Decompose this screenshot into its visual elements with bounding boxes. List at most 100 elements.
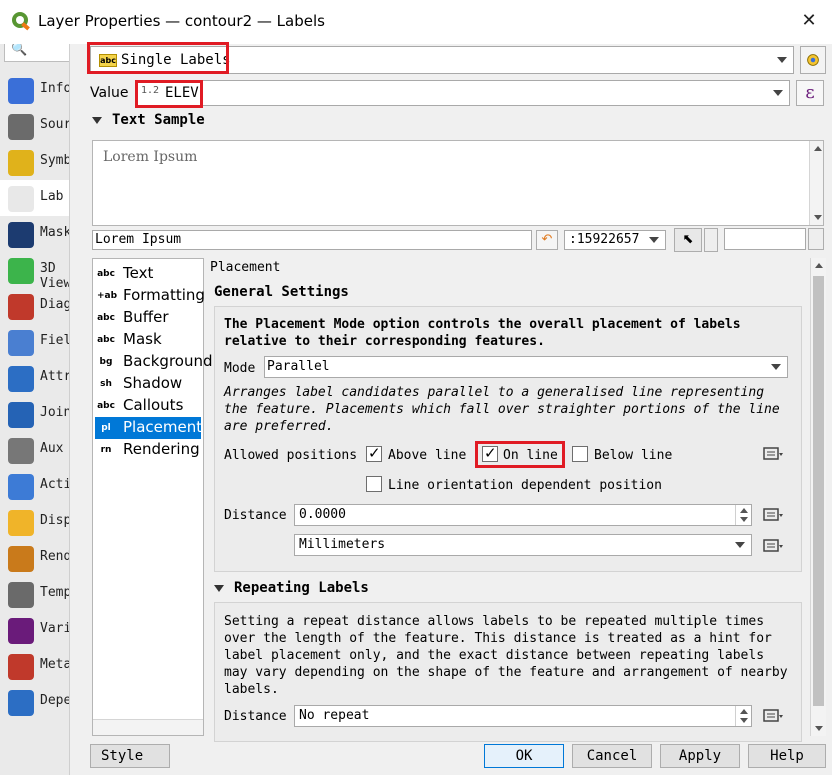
text-sample-header[interactable]: Text Sample — [92, 112, 205, 128]
sidebar-item-label: Temp — [40, 585, 70, 600]
above-line-checkbox[interactable] — [366, 444, 382, 462]
sample-preview-text: Lorem Ipsum — [103, 149, 198, 165]
actions-icon — [8, 474, 34, 500]
text-sample-preview: Lorem Ipsum — [92, 140, 824, 226]
sidebar-item-source[interactable]: Sour — [0, 108, 70, 144]
expression-button[interactable]: ε — [796, 80, 824, 106]
tab-background[interactable]: bg Background — [95, 351, 213, 373]
data-defined-override-icon[interactable] — [762, 536, 786, 556]
sidebar-item-label: Acti — [40, 477, 70, 492]
sidebar-item-labels[interactable]: Lab — [0, 180, 69, 216]
tab-label: Placement — [123, 418, 203, 436]
mode-description: Arranges label candidates parallel to a … — [224, 385, 780, 434]
value-field-combo[interactable]: 1.2 ELEV — [136, 80, 790, 106]
sidebar-item-info[interactable]: Info — [0, 72, 69, 108]
placement-title: Placement — [210, 260, 281, 275]
reset-sample-button[interactable]: ↶ — [536, 230, 558, 250]
sidebar-item-joins[interactable]: Join — [0, 396, 69, 432]
buffer-tab-icon: abc — [97, 313, 115, 323]
metadata-icon — [8, 654, 34, 680]
sidebar-item-fields[interactable]: Fiel — [0, 324, 70, 360]
tab-shadow[interactable]: sh Shadow — [95, 373, 201, 395]
sidebar-item-variables[interactable]: Vari — [0, 612, 70, 648]
rendering-tab-icon: rn — [100, 445, 112, 455]
scale-combo[interactable]: :15922657 — [564, 230, 666, 250]
window-title: Layer Properties — contour2 — Labels — [38, 12, 325, 30]
sidebar-item-3d-view[interactable]: 3D View — [0, 252, 69, 291]
sidebar-item-metadata[interactable]: Meta — [0, 648, 70, 684]
masks-icon — [8, 222, 34, 248]
layer-settings-button[interactable] — [800, 46, 826, 74]
data-defined-override-icon[interactable] — [762, 444, 786, 464]
collapse-arrow-icon — [214, 584, 224, 592]
sidebar-item-label: Mask — [40, 225, 70, 240]
sidebar-item-label: Sour — [40, 117, 70, 132]
spin-arrows-icon[interactable] — [735, 706, 751, 726]
map-canvas-scale-button[interactable]: ⬉ — [674, 228, 702, 252]
apply-button[interactable]: Apply — [660, 744, 740, 768]
tab-rendering[interactable]: rn Rendering — [95, 439, 201, 461]
sidebar-item-label: Vari — [40, 621, 70, 636]
sidebar-item-masks[interactable]: Mask — [0, 216, 70, 252]
below-line-label[interactable]: Below line — [594, 447, 672, 464]
sidebar-item-auxiliary[interactable]: Aux — [0, 432, 69, 468]
tab-mask[interactable]: abc Mask — [95, 329, 201, 351]
spin-arrows-icon[interactable] — [735, 505, 751, 525]
sidebar-item-display[interactable]: Disp — [0, 504, 69, 540]
left-nav-panel: 🔍 Info Sour Symb Lab Mask 3D View Diag Fiel Attr J… — [0, 44, 70, 775]
placement-mode-combo[interactable]: Parallel — [264, 356, 788, 378]
sidebar-item-dependencies[interactable]: Depe — [0, 684, 69, 720]
sidebar-item-diagrams[interactable]: Diag — [0, 288, 69, 324]
help-button[interactable]: Help — [748, 744, 826, 768]
sidebar-item-label: Meta — [40, 657, 70, 672]
scroll-up-icon — [815, 263, 823, 268]
placement-scrollbar[interactable] — [810, 258, 826, 736]
distance-spinbox[interactable]: 0.0000 — [294, 504, 752, 526]
sidebar-item-rendering[interactable]: Rend — [0, 540, 69, 576]
undo-icon: ↶ — [541, 232, 553, 247]
sidebar-item-symbology[interactable]: Symb — [0, 144, 70, 180]
tabs-hscrollbar[interactable] — [93, 719, 203, 735]
tab-formatting[interactable]: +ab Formatting — [95, 285, 205, 307]
repeat-distance-spinbox[interactable]: No repeat — [294, 705, 752, 727]
sample-scrollbar[interactable] — [809, 141, 823, 225]
chevron-down-icon — [649, 237, 659, 243]
tab-buffer[interactable]: abc Buffer — [95, 307, 201, 329]
callouts-tab-icon: abc — [97, 401, 115, 411]
repeating-labels-header[interactable]: Repeating Labels — [214, 580, 369, 596]
scale-menu-button[interactable] — [704, 228, 718, 252]
tab-callouts[interactable]: abc Callouts — [95, 395, 201, 417]
background-color-input[interactable] — [724, 228, 806, 250]
epsilon-icon: ε — [805, 82, 815, 103]
sidebar-item-label: Attr — [40, 369, 70, 384]
nav-search-input[interactable]: 🔍 — [4, 44, 69, 62]
scroll-up-icon — [814, 146, 822, 151]
fields-icon — [8, 330, 34, 356]
data-defined-override-icon[interactable] — [762, 706, 786, 726]
ok-button[interactable]: OK — [484, 744, 564, 768]
scrollbar-thumb[interactable] — [813, 276, 824, 706]
tab-placement[interactable]: pl Placement — [95, 417, 203, 439]
tab-text[interactable]: abc Text — [95, 263, 201, 285]
qgis-logo-icon — [12, 12, 30, 31]
line-orientation-label[interactable]: Line orientation dependent position — [388, 477, 662, 494]
sidebar-item-label: Symb — [40, 153, 70, 168]
joins-icon — [8, 402, 34, 428]
close-icon[interactable]: ✕ — [798, 10, 820, 32]
above-line-label[interactable]: Above line — [388, 447, 466, 464]
cancel-button[interactable]: Cancel — [572, 744, 652, 768]
color-menu-button[interactable] — [808, 228, 824, 250]
style-button[interactable]: Style — [90, 744, 170, 768]
gear-icon — [807, 54, 819, 66]
sidebar-item-attributes[interactable]: Attr — [0, 360, 70, 396]
sidebar-item-actions[interactable]: Acti — [0, 468, 70, 504]
tab-label: Mask — [123, 330, 162, 348]
below-line-checkbox[interactable] — [572, 446, 588, 462]
distance-unit-combo[interactable]: Millimeters — [294, 534, 752, 556]
chevron-down-icon — [735, 542, 745, 548]
sidebar-item-temporal[interactable]: Temp — [0, 576, 70, 612]
sidebar-item-label: Fiel — [40, 333, 70, 348]
sample-text-input[interactable]: Lorem Ipsum — [92, 230, 532, 250]
data-defined-override-icon[interactable] — [762, 505, 786, 525]
line-orientation-checkbox[interactable] — [366, 476, 382, 492]
